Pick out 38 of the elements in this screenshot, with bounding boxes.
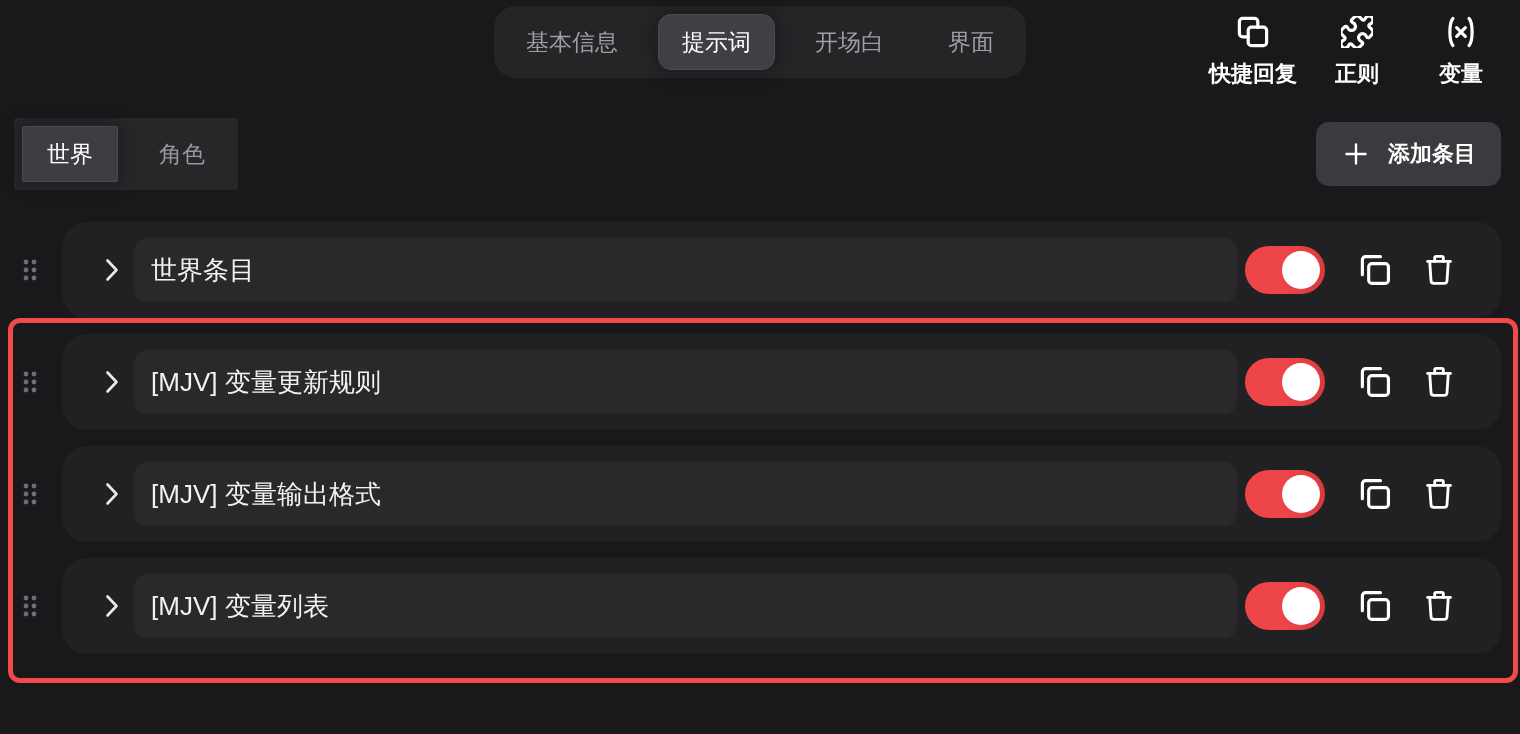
drag-handle-icon[interactable] — [23, 483, 37, 505]
linked-squares-icon — [1237, 16, 1269, 48]
tab[interactable]: 角色 — [134, 126, 230, 182]
entry-name-field[interactable]: [MJV] 变量列表 — [134, 574, 1237, 638]
copy-icon[interactable] — [1360, 479, 1390, 509]
tab[interactable]: 界面 — [924, 14, 1018, 70]
chevron-right-icon[interactable] — [105, 258, 119, 282]
entry-name-field[interactable]: [MJV] 变量更新规则 — [134, 350, 1237, 414]
entry-name-field[interactable]: [MJV] 变量输出格式 — [134, 462, 1237, 526]
drag-handle-icon[interactable] — [23, 595, 37, 617]
tab[interactable]: 基本信息 — [502, 14, 642, 70]
tab[interactable]: 开场白 — [791, 14, 908, 70]
toggle-switch[interactable] — [1245, 470, 1325, 518]
delete-icon[interactable] — [1425, 479, 1453, 509]
entry-name-field[interactable]: 世界条目 — [134, 238, 1237, 302]
delete-icon[interactable] — [1425, 367, 1453, 397]
copy-icon[interactable] — [1360, 591, 1390, 621]
toggle-switch[interactable] — [1245, 582, 1325, 630]
delete-icon[interactable] — [1425, 255, 1453, 285]
variables-button[interactable]: 变量 — [1413, 16, 1509, 88]
puzzle-icon — [1341, 16, 1373, 48]
drag-handle-icon[interactable] — [23, 371, 37, 393]
drag-handle-icon[interactable] — [23, 259, 37, 281]
delete-icon[interactable] — [1425, 591, 1453, 621]
chevron-right-icon[interactable] — [105, 482, 119, 506]
regex-button[interactable]: 正则 — [1309, 16, 1405, 88]
copy-icon[interactable] — [1360, 367, 1390, 397]
chevron-right-icon[interactable] — [105, 594, 119, 618]
toggle-switch[interactable] — [1245, 358, 1325, 406]
tab[interactable]: 世界 — [22, 126, 118, 182]
tab[interactable]: 提示词 — [658, 14, 775, 70]
chevron-right-icon[interactable] — [105, 370, 119, 394]
add-entry-button[interactable]: 添加条目 — [1316, 122, 1501, 186]
plus-icon — [1345, 143, 1367, 165]
copy-icon[interactable] — [1360, 255, 1390, 285]
parenthesized-x-icon — [1445, 16, 1477, 48]
toggle-switch[interactable] — [1245, 246, 1325, 294]
quick-reply-button[interactable]: 快捷回复 — [1205, 16, 1301, 88]
